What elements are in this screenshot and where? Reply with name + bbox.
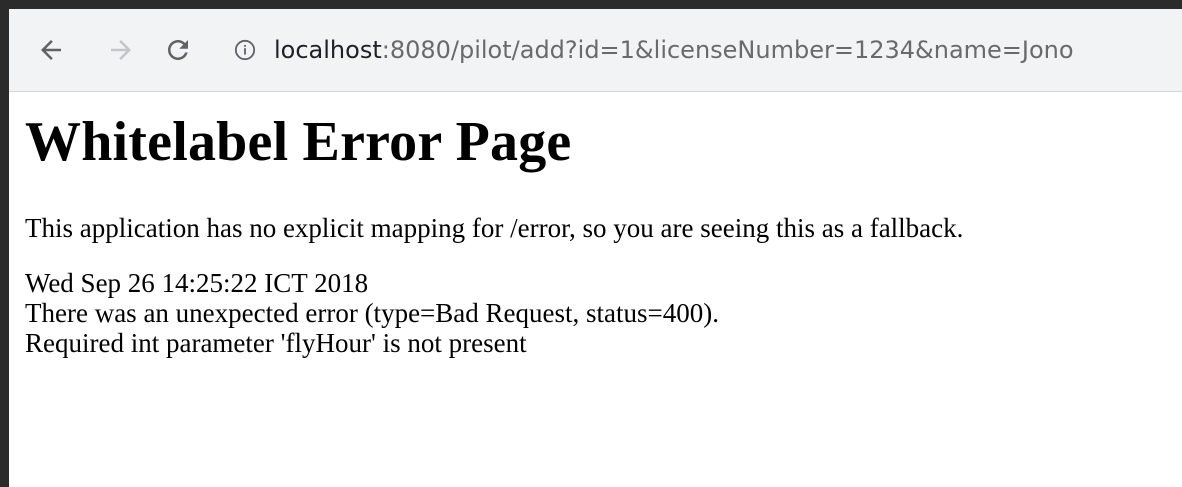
reload-icon — [168, 40, 188, 60]
error-message: Required int parameter 'flyHour' is not … — [25, 328, 527, 358]
error-timestamp: Wed Sep 26 14:25:22 ICT 2018 — [25, 268, 369, 298]
browser-window: localhost:8080/pilot/add?id=1&licenseNum… — [0, 0, 1182, 487]
forward-button[interactable] — [103, 32, 139, 68]
error-details: Wed Sep 26 14:25:22 ICT 2018 There was a… — [25, 268, 1172, 358]
arrow-back-icon — [41, 40, 61, 60]
arrow-forward-icon — [111, 40, 131, 60]
page-content: Whitelabel Error Page This application h… — [25, 100, 1172, 358]
url-path: :8080/pilot/add?id=1&licenseNumber=1234&… — [381, 36, 1074, 64]
address-bar[interactable]: localhost:8080/pilot/add?id=1&licenseNum… — [234, 27, 1182, 73]
page-title: Whitelabel Error Page — [25, 111, 572, 173]
error-status: There was an unexpected error (type=Bad … — [25, 298, 719, 328]
url-host: localhost — [274, 36, 382, 64]
browser-toolbar: localhost:8080/pilot/add?id=1&licenseNum… — [9, 9, 1182, 92]
reload-button[interactable] — [160, 32, 196, 68]
back-button[interactable] — [33, 32, 69, 68]
error-explanation: This application has no explicit mapping… — [25, 213, 964, 243]
info-icon[interactable] — [234, 39, 256, 61]
